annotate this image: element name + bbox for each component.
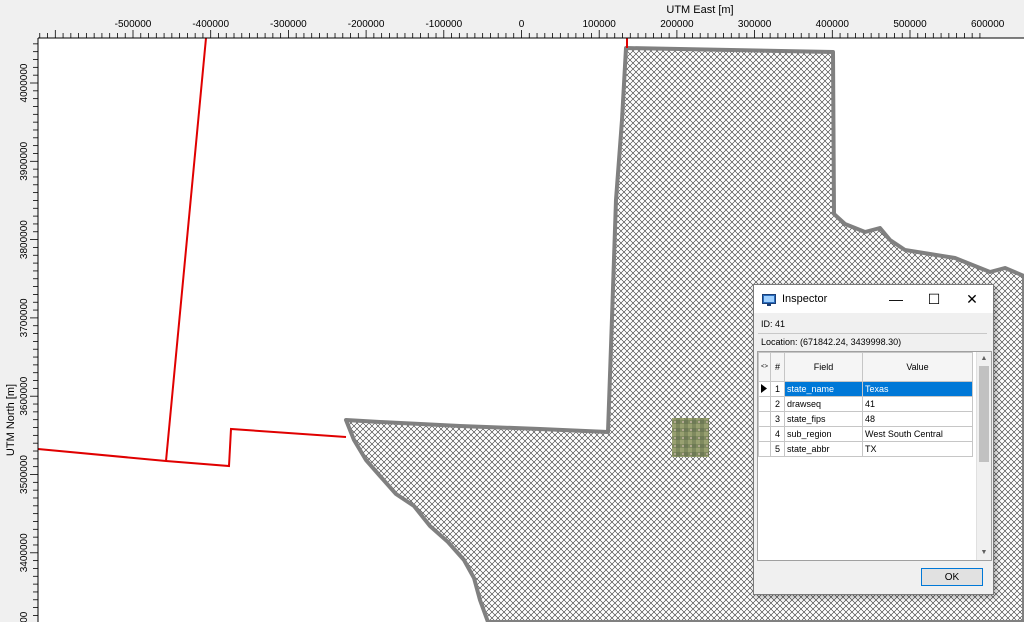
field-name-cell: sub_region (784, 426, 864, 442)
row-number: 2 (770, 396, 786, 412)
grid-corner-header[interactable]: <> (758, 352, 772, 382)
row-pointer-icon[interactable] (758, 381, 772, 397)
column-header-num[interactable]: # (770, 352, 786, 382)
x-axis-title: UTM East [m] (666, 4, 733, 16)
table-row[interactable]: 5 state_abbr TX (758, 441, 974, 457)
x-tick-label: 0 (519, 19, 525, 30)
table-row[interactable]: 4 sub_region West South Central (758, 426, 974, 442)
field-name-cell: state_fips (784, 411, 864, 427)
y-tick-label: 3600000 (19, 376, 30, 415)
field-name-cell: drawseq (784, 396, 864, 412)
field-value-cell: TX (862, 441, 974, 457)
y-tick-label: 4000000 (19, 63, 30, 102)
y-tick-label: 3300000 (19, 611, 30, 622)
location-readout: Location: (671842.24, 3439998.30) (761, 337, 902, 347)
y-tick-label: 3900000 (19, 141, 30, 180)
row-number: 3 (770, 411, 786, 427)
y-axis-title: UTM North [m] (5, 384, 17, 456)
inspector-title: Inspector (782, 293, 828, 305)
field-value-cell: West South Central (862, 426, 974, 442)
ok-button[interactable]: OK (921, 568, 983, 586)
y-tick-label: 3400000 (19, 533, 30, 572)
minimize-button[interactable]: — (878, 285, 914, 313)
maximize-icon: ☐ (927, 290, 941, 307)
vertical-scrollbar[interactable]: ▲ ▼ (976, 352, 991, 560)
scroll-down-icon[interactable]: ▼ (977, 546, 991, 560)
feature-id: ID: 41 (761, 319, 786, 329)
maximize-button[interactable]: ☐ (916, 285, 952, 313)
inspector-window-icon (762, 293, 776, 306)
x-tick-label: 300000 (738, 19, 772, 30)
x-tick-label: -200000 (348, 19, 385, 30)
minimize-icon: — (889, 291, 903, 307)
x-tick-label: 200000 (660, 19, 694, 30)
close-button[interactable]: ✕ (954, 285, 990, 313)
close-icon: ✕ (966, 290, 978, 307)
table-row[interactable]: 2 drawseq 41 (758, 396, 974, 412)
x-tick-label: -400000 (192, 19, 229, 30)
attribute-grid[interactable]: <> # Field Value 1 state_name Texas 2 drawse… (757, 351, 992, 561)
inspector-titlebar[interactable]: Inspector — ☐ ✕ (754, 285, 993, 313)
raster-tile[interactable] (672, 418, 709, 457)
row-header[interactable] (758, 441, 772, 457)
table-row[interactable]: 1 state_name Texas (758, 381, 974, 397)
y-tick-label: 3800000 (19, 220, 30, 259)
x-tick-label: 400000 (816, 19, 850, 30)
x-tick-label: -300000 (270, 19, 307, 30)
x-tick-label: 100000 (583, 19, 617, 30)
y-tick-label: 3700000 (19, 298, 30, 337)
row-number: 5 (770, 441, 786, 457)
x-tick-label: 600000 (971, 19, 1005, 30)
x-tick-label: 500000 (893, 19, 927, 30)
column-header-value[interactable]: Value (862, 352, 974, 382)
row-header[interactable] (758, 411, 772, 427)
field-name-cell: state_name (784, 381, 864, 397)
row-number: 1 (770, 381, 786, 397)
row-number: 4 (770, 426, 786, 442)
x-tick-label: -100000 (425, 19, 462, 30)
field-value-cell: 41 (862, 396, 974, 412)
y-tick-label: 3500000 (19, 455, 30, 494)
field-value-cell: 48 (862, 411, 974, 427)
scroll-up-icon[interactable]: ▲ (977, 352, 991, 366)
inspector-dialog[interactable]: Inspector — ☐ ✕ ID: 41 Location: (671842… (753, 284, 994, 595)
table-row[interactable]: 3 state_fips 48 (758, 411, 974, 427)
row-header[interactable] (758, 396, 772, 412)
field-name-cell: state_abbr (784, 441, 864, 457)
row-header[interactable] (758, 426, 772, 442)
scroll-thumb[interactable] (979, 366, 989, 462)
field-value-cell: Texas (862, 381, 974, 397)
column-header-field[interactable]: Field (784, 352, 864, 382)
x-tick-label: -500000 (115, 19, 152, 30)
